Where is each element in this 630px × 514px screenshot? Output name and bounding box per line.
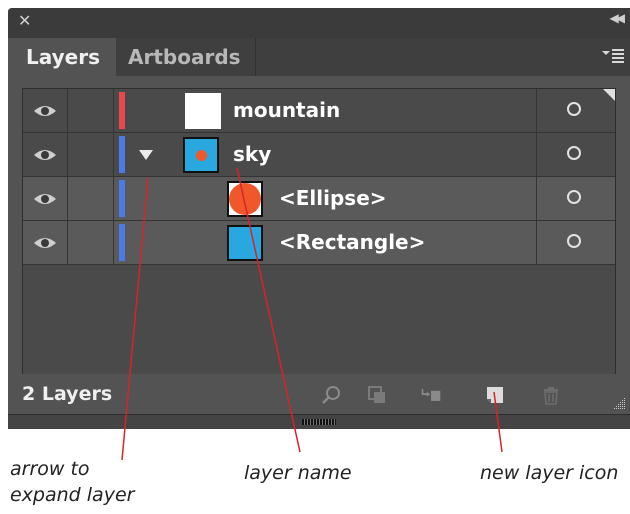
layer-thumbnail	[183, 137, 219, 173]
lock-column[interactable]	[67, 221, 114, 264]
panel-menu-icon[interactable]	[602, 47, 624, 65]
layer-row-sky[interactable]: sky	[23, 133, 615, 177]
visibility-column	[23, 89, 68, 132]
caption-arrow: arrow to expand layer	[10, 456, 134, 508]
trash-icon[interactable]	[540, 384, 562, 406]
layer-color-bar	[119, 136, 125, 173]
layer-name[interactable]: sky	[233, 133, 271, 176]
layer-color-bar	[119, 224, 125, 261]
layer-row-ellipse[interactable]: <Ellipse>	[23, 177, 615, 221]
lock-column[interactable]	[67, 133, 114, 176]
selection-corner-icon	[603, 89, 615, 101]
layer-color-bar	[119, 180, 125, 217]
target-column[interactable]	[536, 177, 615, 220]
close-icon[interactable]: ✕	[18, 11, 31, 31]
visibility-column	[23, 177, 68, 220]
collapse-panel-icon[interactable]: ◀◀	[610, 11, 626, 25]
target-circle-icon[interactable]	[567, 146, 581, 160]
lock-column[interactable]	[67, 177, 114, 220]
target-column[interactable]	[536, 133, 615, 176]
locate-object-icon[interactable]	[320, 384, 342, 406]
create-sublayer-icon[interactable]	[420, 384, 442, 406]
layer-row-rectangle[interactable]: <Rectangle>	[23, 221, 615, 265]
layers-panel: ✕ ◀◀ Layers Artboards mountain sky <Elli…	[8, 8, 630, 429]
tab-artboards[interactable]: Artboards	[116, 38, 256, 76]
visibility-column	[23, 221, 68, 264]
eye-icon[interactable]	[33, 104, 57, 118]
eye-icon[interactable]	[33, 236, 57, 250]
layer-color-bar	[119, 92, 125, 129]
layer-row-mountain[interactable]: mountain	[23, 89, 615, 133]
make-clipping-mask-icon[interactable]	[366, 384, 388, 406]
layer-thumbnail	[227, 225, 263, 261]
target-column[interactable]	[536, 89, 615, 132]
layers-list: mountain sky <Ellipse> <Rectangle>	[22, 88, 616, 376]
visibility-column	[23, 133, 68, 176]
orange-circle-icon	[229, 183, 261, 215]
layer-name[interactable]: mountain	[233, 89, 340, 132]
layer-name[interactable]: <Ellipse>	[279, 177, 387, 220]
panel-footer: 2 Layers	[8, 374, 630, 414]
new-layer-icon[interactable]	[484, 384, 506, 406]
resize-handle[interactable]	[302, 419, 336, 425]
layer-thumbnail	[185, 93, 221, 129]
layer-name[interactable]: <Rectangle>	[279, 221, 425, 264]
caption-arrow-line2: expand layer	[10, 484, 135, 506]
caption-layer-name: layer name	[244, 462, 352, 484]
target-column[interactable]	[536, 221, 615, 264]
panel-titlebar: ✕ ◀◀	[8, 8, 630, 38]
tab-layers[interactable]: Layers	[8, 38, 116, 76]
expand-arrow-icon[interactable]	[139, 150, 153, 160]
target-circle-icon[interactable]	[567, 234, 581, 248]
layer-thumbnail	[227, 181, 263, 217]
lock-column[interactable]	[67, 89, 114, 132]
resize-grip-icon[interactable]	[612, 396, 626, 410]
caption-new-layer: new layer icon	[480, 462, 619, 484]
layer-count: 2 Layers	[22, 383, 113, 405]
resize-bar[interactable]	[8, 414, 630, 429]
eye-icon[interactable]	[33, 192, 57, 206]
caption-arrow-line1: arrow to	[10, 458, 90, 480]
target-circle-icon[interactable]	[567, 190, 581, 204]
target-circle-icon[interactable]	[567, 102, 581, 116]
eye-icon[interactable]	[33, 148, 57, 162]
tab-bar: Layers Artboards	[8, 38, 630, 76]
orange-dot-icon	[196, 150, 207, 161]
